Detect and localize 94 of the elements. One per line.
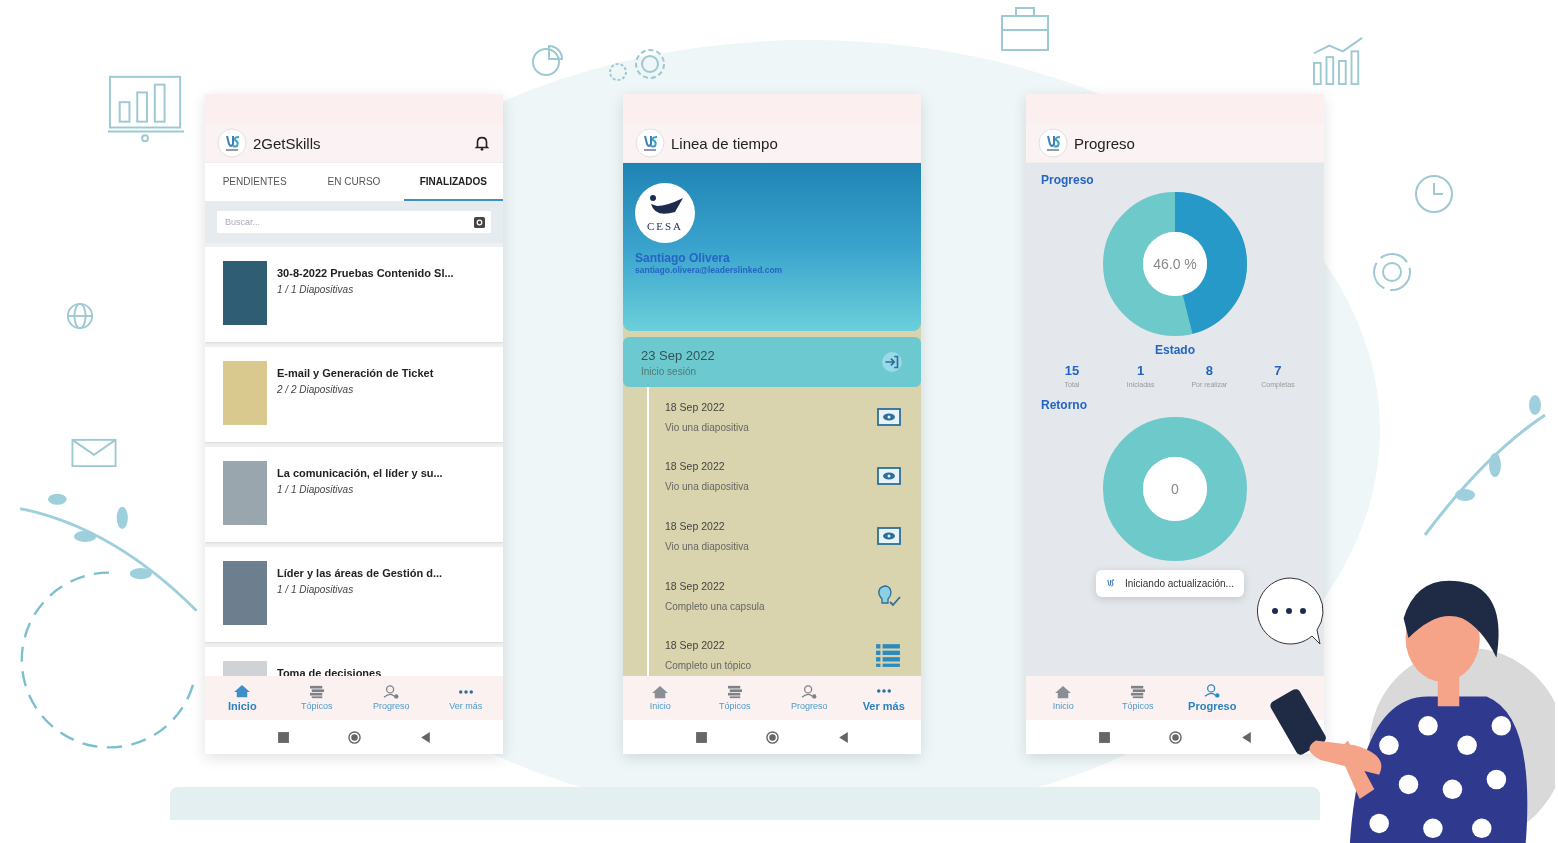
course-title: E-mail y Generación de Ticket <box>277 367 434 379</box>
slide-count: 1 / 1 Diapositivas <box>277 284 355 295</box>
photo-placeholder <box>223 461 267 525</box>
event-description: Completo una capsula <box>665 600 765 612</box>
event-date: 18 Sep 2022 <box>665 460 726 473</box>
home-button[interactable] <box>347 730 361 744</box>
tab[interactable]: PENDIENTES <box>205 163 305 201</box>
event-description: Vio una diapositiva <box>665 421 749 433</box>
notification-bell-icon[interactable] <box>473 134 491 152</box>
photo-placeholder <box>223 561 267 625</box>
person-gear-icon <box>800 685 819 699</box>
user-email: santiago.olivera@leaderslinked.com <box>635 265 784 275</box>
slide-count: 1 / 1 Diapositivas <box>277 484 355 495</box>
session-date: 23 Sep 2022 <box>641 347 715 363</box>
nav-item[interactable]: Progreso <box>772 676 847 720</box>
stack-icon <box>1128 685 1147 699</box>
course-card[interactable]: 30-8-2022 Pruebas Contenido Sl... 1 / 1 Diapositivas <box>205 247 503 342</box>
course-card[interactable]: Líder y las áreas de Gestión d... 1 / 1 Diapositivas <box>205 547 503 642</box>
nav-item[interactable]: Ver más <box>846 676 921 720</box>
section-heading: Progreso <box>1041 173 1095 187</box>
back-button[interactable] <box>1239 730 1253 744</box>
section-heading: Estado <box>1154 343 1196 357</box>
search-icon[interactable] <box>474 216 485 228</box>
stat-value: 15 <box>1064 363 1080 378</box>
globe-icon <box>66 302 94 330</box>
stat-value: 7 <box>1274 363 1282 378</box>
home-icon <box>233 684 252 698</box>
nav-item[interactable]: Progreso <box>354 676 429 720</box>
course-title: Líder y las áreas de Gestión d... <box>277 567 443 579</box>
app-logo-icon <box>217 128 247 158</box>
app-title: Progreso <box>1074 134 1136 152</box>
nav-item[interactable]: Tópicos <box>279 676 354 720</box>
lightbulb-check-icon <box>875 582 901 609</box>
event-date: 18 Sep 2022 <box>665 579 726 592</box>
back-button[interactable] <box>836 730 850 744</box>
eye-icon <box>877 467 901 486</box>
recents-button[interactable] <box>276 730 290 744</box>
tab[interactable]: EN CURSO <box>304 163 404 201</box>
recents-button[interactable] <box>694 730 708 744</box>
event-description: Vio una diapositiva <box>665 481 749 493</box>
logo-text: CESA <box>646 220 684 232</box>
briefcase-icon <box>1000 6 1050 52</box>
stack-icon <box>725 685 744 699</box>
event-description: Vio una diapositiva <box>665 541 749 552</box>
event-date: 18 Sep 2022 <box>665 400 726 413</box>
stack-icon <box>307 685 326 699</box>
nav-item[interactable]: Progreso <box>1175 676 1250 720</box>
nav-item[interactable]: Inicio <box>623 676 698 720</box>
clock-icon <box>1414 174 1454 214</box>
slide-count: 2 / 2 Diapositivas <box>277 384 355 395</box>
home-button[interactable] <box>765 730 779 744</box>
event-date: 18 Sep 2022 <box>665 639 726 652</box>
photo-placeholder <box>223 361 267 425</box>
nav-item[interactable]: Tópicos <box>697 676 772 720</box>
course-card[interactable]: E-mail y Generación de Ticket 2 / 2 Diapositivas <box>205 347 503 442</box>
bar-chart-icon <box>108 74 186 144</box>
stat-value: 8 <box>1205 363 1213 378</box>
nav-item[interactable]: Ver más <box>428 676 503 720</box>
app-logo-icon <box>635 128 665 158</box>
home-icon <box>651 685 670 699</box>
envelope-icon <box>70 438 118 468</box>
person-gear-icon <box>382 685 401 699</box>
app-title: 2GetSkills <box>253 134 322 152</box>
eye-icon <box>877 527 901 545</box>
app-title: Linea de tiempo <box>671 134 779 152</box>
person-gear-icon <box>1203 684 1222 698</box>
event-date: 18 Sep 2022 <box>665 520 726 532</box>
speech-bubble-drawing <box>1254 576 1326 648</box>
course-title: 30-8-2022 Pruebas Contenido Sl... <box>277 267 454 279</box>
back-button[interactable] <box>418 730 432 744</box>
photo-placeholder <box>223 261 267 325</box>
toast-message: Iniciando actualización... <box>1125 578 1234 589</box>
search-field[interactable]: Buscar... <box>217 211 491 233</box>
course-card[interactable]: La comunicación, el líder y su... 1 / 1 Diapositivas <box>205 447 503 542</box>
event-description: Completo un tópico <box>665 660 752 672</box>
session-label: Inicio sesión <box>641 365 698 377</box>
pie-chart-icon <box>530 44 564 78</box>
stat-value: 1 <box>1137 363 1145 378</box>
list-icon <box>875 642 901 669</box>
percentage-value: 46.0 % <box>1153 256 1197 272</box>
eye-icon <box>877 407 901 426</box>
home-icon <box>1054 685 1073 699</box>
app-logo-icon <box>1038 128 1068 158</box>
nav-item[interactable]: Inicio <box>205 676 280 720</box>
slide-count: 1 / 1 Diapositivas <box>277 584 355 595</box>
nav-item[interactable]: Tópicos <box>1100 676 1175 720</box>
section-heading: Retorno <box>1041 398 1088 412</box>
home-button[interactable] <box>1168 730 1182 744</box>
recents-button[interactable] <box>1097 730 1111 744</box>
course-title: La comunicación, el líder y su... <box>277 467 443 479</box>
user-name: Santiago Olivera <box>635 251 731 265</box>
nav-item[interactable]: Inicio <box>1026 676 1101 720</box>
app-logo-icon <box>1106 578 1115 589</box>
feedback-value: 0 <box>1171 481 1179 497</box>
